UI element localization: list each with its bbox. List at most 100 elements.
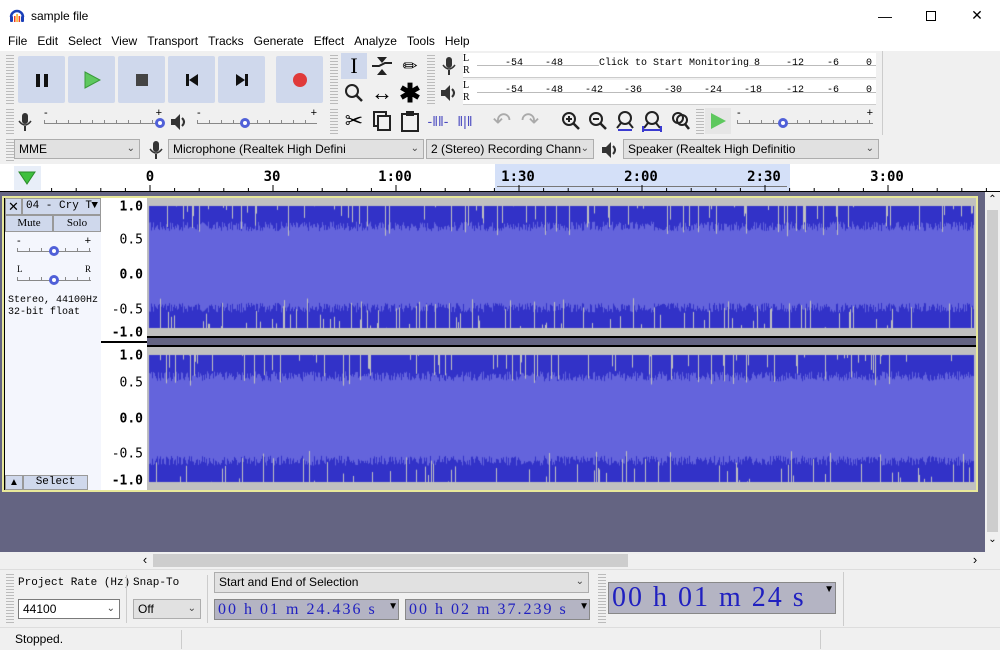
- fit-project-button[interactable]: [639, 108, 665, 134]
- menu-tracks[interactable]: Tracks: [203, 34, 249, 48]
- menu-tools[interactable]: Tools: [402, 34, 440, 48]
- toolbar-grip[interactable]: [427, 55, 435, 105]
- scroll-down-button[interactable]: ⌄: [985, 534, 1000, 548]
- recording-channels-select[interactable]: 2 (Stereo) Recording Chann ⌄: [426, 139, 594, 159]
- slider-thumb[interactable]: [49, 275, 59, 285]
- skip-to-end-button[interactable]: [218, 56, 265, 103]
- pause-button[interactable]: [18, 56, 65, 103]
- timeline-ruler[interactable]: 0 30 1:00 1:30 2:00 2:30 3:00: [0, 164, 1000, 192]
- close-icon: ✕: [971, 7, 983, 23]
- play-button[interactable]: [68, 56, 115, 103]
- selection-mode-select[interactable]: Start and End of Selection ⌄: [214, 572, 589, 593]
- i-beam-icon: I: [350, 53, 358, 78]
- zoom-out-button[interactable]: [585, 108, 611, 134]
- zoom-in-button[interactable]: [558, 108, 584, 134]
- toolbar-grip[interactable]: [6, 55, 14, 105]
- paste-button[interactable]: [397, 108, 423, 134]
- zoom-toggle-icon: [672, 112, 690, 130]
- selection-start-time[interactable]: 00 h 01 m 24.436 s ▼: [214, 599, 399, 620]
- skip-to-start-icon: [185, 73, 198, 86]
- channel-separator[interactable]: [147, 336, 976, 347]
- fit-selection-button[interactable]: [612, 108, 638, 134]
- menu-effect[interactable]: Effect: [309, 34, 349, 48]
- collapse-track-button[interactable]: ▲: [5, 475, 23, 490]
- waveform-left-channel[interactable]: [147, 198, 976, 336]
- track-control-panel[interactable]: ✕ 04 - Cry T ▼ Mute Solo - + L R Stereo, …: [5, 198, 101, 490]
- start-monitoring-prompt[interactable]: Click to Start Monitoring: [599, 58, 750, 69]
- toolbar-grip[interactable]: [330, 55, 338, 105]
- menu-transport[interactable]: Transport: [142, 34, 203, 48]
- track-area[interactable]: ✕ 04 - Cry T ▼ Mute Solo - + L R Stereo, …: [0, 192, 985, 552]
- scroll-right-button[interactable]: ›: [968, 552, 982, 569]
- skip-to-start-button[interactable]: [168, 56, 215, 103]
- menu-view[interactable]: View: [106, 34, 142, 48]
- slider-thumb[interactable]: [155, 118, 165, 128]
- toolbar-grip[interactable]: [598, 574, 606, 624]
- copy-button[interactable]: [369, 108, 395, 134]
- record-meter-microphone-icon[interactable]: [436, 53, 462, 79]
- menu-file[interactable]: File: [3, 34, 32, 48]
- scrollbar-thumb[interactable]: [153, 554, 628, 567]
- slider-thumb[interactable]: [49, 246, 59, 256]
- mute-button[interactable]: Mute: [5, 215, 53, 232]
- snap-to-select[interactable]: Off ⌄: [133, 599, 201, 619]
- minimize-button[interactable]: —: [862, 0, 908, 31]
- vertical-scale-right[interactable]: 1.0 0.5 0.0 -0.5 -1.0: [101, 343, 147, 490]
- record-button[interactable]: [276, 56, 323, 103]
- play-at-speed-slider[interactable]: - +: [737, 107, 873, 128]
- scroll-left-button[interactable]: ‹: [138, 552, 152, 569]
- scroll-up-button[interactable]: ⌃: [985, 194, 1000, 208]
- toolbar-grip[interactable]: [330, 109, 338, 135]
- maximize-button[interactable]: [908, 0, 954, 31]
- trim-audio-button[interactable]: -‖‖-: [425, 108, 451, 134]
- cut-button[interactable]: ✂: [341, 108, 367, 134]
- record-meter[interactable]: L R -54 -48 Click to Start Monitoring 8 …: [463, 53, 876, 78]
- project-rate-select[interactable]: 44100 ⌄: [18, 599, 120, 619]
- recording-device-select[interactable]: Microphone (Realtek High Defini ⌄: [168, 139, 424, 159]
- toolbar-grip[interactable]: [696, 109, 704, 135]
- playback-volume-slider[interactable]: - +: [197, 107, 317, 128]
- vertical-scrollbar[interactable]: ⌃ ⌄: [985, 192, 1000, 552]
- gain-slider[interactable]: - +: [17, 235, 91, 256]
- selection-toolbar: Project Rate (Hz) 44100 ⌄ Snap-To Off ⌄ St…: [0, 569, 1000, 627]
- draw-tool-button[interactable]: ✏: [397, 53, 423, 79]
- waveform-right-channel[interactable]: [147, 347, 976, 490]
- selection-end-time[interactable]: 00 h 02 m 37.239 s ▼: [405, 599, 590, 620]
- menu-help[interactable]: Help: [440, 34, 475, 48]
- meter-tick: -48: [545, 58, 564, 69]
- time-shift-tool-button[interactable]: ↔: [369, 80, 395, 106]
- silence-audio-button[interactable]: ‖|‖: [452, 108, 478, 134]
- menu-edit[interactable]: Edit: [32, 34, 63, 48]
- close-track-button[interactable]: ✕: [5, 198, 22, 215]
- time-display[interactable]: 00 h 01 m 24 s ▼: [608, 582, 836, 614]
- playback-meter[interactable]: L R -54 -48 -42 -36 -30 -24 -18 -12 -6 0: [463, 80, 876, 105]
- play-at-speed-button[interactable]: [705, 108, 731, 134]
- playback-device-select[interactable]: Speaker (Realtek High Definitio ⌄: [623, 139, 879, 159]
- slider-thumb[interactable]: [778, 118, 788, 128]
- toolbar-grip[interactable]: [6, 574, 14, 624]
- record-volume-slider[interactable]: - +: [44, 107, 165, 128]
- slider-thumb[interactable]: [240, 118, 250, 128]
- pan-slider[interactable]: L R: [17, 264, 91, 285]
- multi-tool-button[interactable]: ✱: [397, 78, 423, 108]
- zoom-toggle-button[interactable]: [667, 108, 693, 134]
- stop-button[interactable]: [118, 56, 165, 103]
- menu-generate[interactable]: Generate: [249, 34, 309, 48]
- toolbar-grip[interactable]: [6, 139, 14, 161]
- audio-host-select[interactable]: MME ⌄: [14, 139, 140, 159]
- solo-button[interactable]: Solo: [53, 215, 101, 232]
- menu-select[interactable]: Select: [63, 34, 106, 48]
- vertical-scale-left[interactable]: 1.0 0.5 0.0 -0.5 -1.0: [101, 198, 147, 341]
- close-button[interactable]: ✕: [954, 0, 1000, 31]
- undo-button[interactable]: ↶: [489, 108, 515, 134]
- envelope-tool-button[interactable]: [369, 53, 395, 79]
- select-track-button[interactable]: Select: [23, 475, 88, 490]
- zoom-tool-button[interactable]: [341, 80, 367, 106]
- menu-analyze[interactable]: Analyze: [349, 34, 402, 48]
- horizontal-scrollbar[interactable]: ‹ ›: [0, 552, 1000, 569]
- playback-meter-speaker-icon[interactable]: [436, 80, 462, 106]
- track-name-menu[interactable]: 04 - Cry T ▼: [22, 198, 101, 215]
- redo-button[interactable]: ↷: [517, 108, 543, 134]
- scrollbar-thumb[interactable]: [987, 210, 998, 532]
- selection-tool-button[interactable]: I: [341, 53, 367, 79]
